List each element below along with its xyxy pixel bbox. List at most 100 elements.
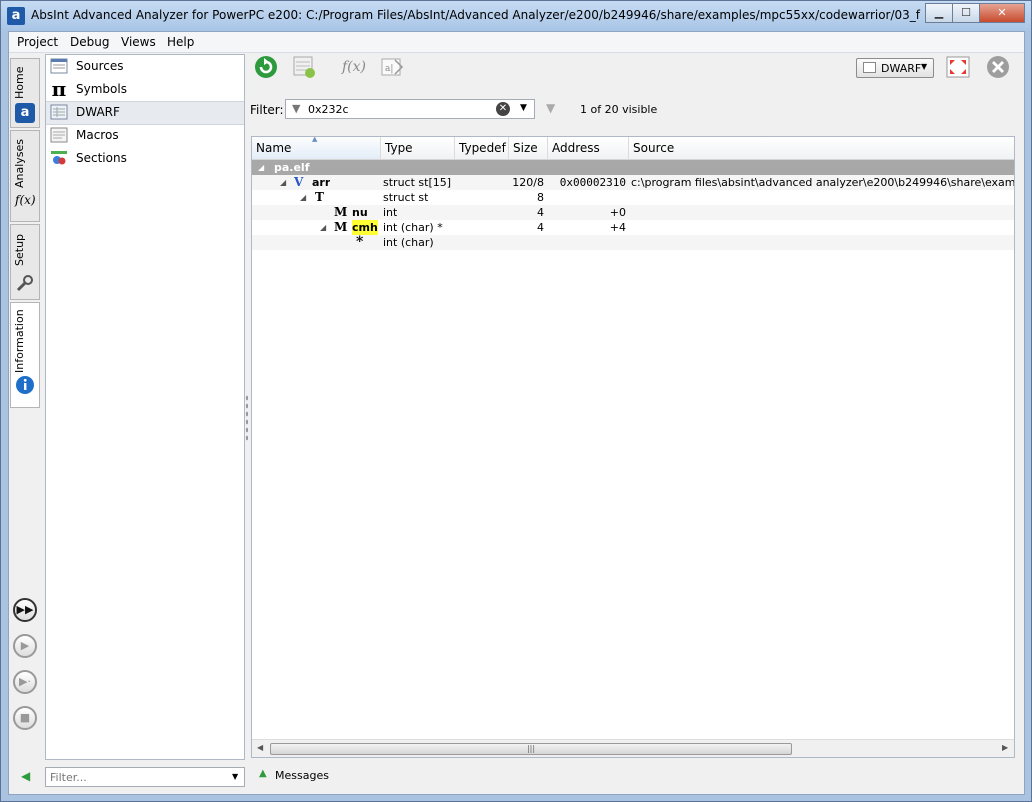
pi-icon: π bbox=[51, 77, 67, 101]
panel-splitter[interactable] bbox=[245, 394, 249, 442]
scroll-thumb[interactable]: ||| bbox=[270, 743, 792, 755]
filter-combobox[interactable]: ▼ ✕ ▼ bbox=[285, 99, 535, 119]
messages-toggle[interactable]: Messages bbox=[275, 769, 329, 782]
menu-help[interactable]: Help bbox=[167, 35, 194, 49]
stop-icon[interactable]: ■ bbox=[13, 706, 37, 730]
export-icon[interactable] bbox=[291, 54, 317, 80]
expand-arrow-icon[interactable]: ◢ bbox=[320, 220, 326, 235]
nav-item-sections[interactable]: Sections bbox=[46, 148, 244, 170]
nav-item-label: Sections bbox=[76, 151, 127, 165]
view-selector-button[interactable]: DWARF ▼ bbox=[856, 58, 934, 78]
menu-bar: Project Debug Views Help bbox=[9, 32, 1024, 53]
sort-ascending-icon: ▲ bbox=[312, 136, 318, 143]
refresh-icon[interactable] bbox=[253, 54, 279, 80]
row-name: nu bbox=[352, 206, 368, 219]
pointer-kind-icon: * bbox=[356, 234, 364, 250]
minimize-button[interactable]: ▁ bbox=[925, 3, 953, 23]
fx-icon: f(x) bbox=[15, 193, 36, 207]
type-kind-icon: T bbox=[315, 190, 324, 204]
app-logo-icon: a bbox=[7, 7, 25, 25]
fast-forward-icon[interactable]: ▶▶ bbox=[13, 598, 37, 622]
bottom-bar: ◀ ▼ ▲ Messages bbox=[9, 762, 1024, 792]
collapse-left-icon[interactable]: ◀ bbox=[21, 769, 30, 783]
wrench-icon bbox=[15, 273, 35, 293]
expand-arrow-icon[interactable]: ◢ bbox=[258, 160, 264, 175]
menu-debug[interactable]: Debug bbox=[70, 35, 109, 49]
column-header-size[interactable]: Size bbox=[509, 137, 548, 159]
column-header-name[interactable]: Name ▲ bbox=[252, 137, 381, 159]
row-size: 4 bbox=[537, 221, 544, 234]
tab-setup[interactable]: Setup bbox=[10, 224, 40, 300]
tab-home[interactable]: Home a bbox=[10, 58, 40, 128]
play-icon[interactable]: ▶ bbox=[13, 634, 37, 658]
home-icon: a bbox=[15, 103, 35, 123]
fullscreen-icon[interactable] bbox=[945, 54, 971, 80]
close-window-button[interactable]: ✕ bbox=[979, 3, 1025, 23]
row-type: struct st bbox=[383, 191, 429, 204]
nav-item-label: Sources bbox=[76, 59, 124, 73]
dwarf-icon bbox=[50, 104, 68, 120]
nav-filter-input[interactable] bbox=[50, 770, 220, 784]
nav-item-sources[interactable]: Sources bbox=[46, 56, 244, 78]
scroll-left-icon[interactable]: ◀ bbox=[257, 743, 263, 752]
row-name: pa.elf bbox=[274, 161, 310, 174]
horizontal-scrollbar[interactable]: ◀ ||| ▶ bbox=[252, 739, 1014, 757]
chevron-down-icon[interactable]: ▼ bbox=[520, 103, 527, 113]
row-size: 120/8 bbox=[512, 176, 544, 189]
table-row[interactable]: ◢ M cmh int (char) * 4 +4 bbox=[252, 220, 1014, 235]
fx-button[interactable]: f(x) bbox=[341, 54, 367, 80]
sections-icon bbox=[50, 150, 68, 166]
expand-arrow-icon[interactable]: ◢ bbox=[280, 175, 286, 190]
table-row[interactable]: ◢ T struct st 8 bbox=[252, 190, 1014, 205]
table-row-group[interactable]: ◢ pa.elf bbox=[252, 160, 1014, 175]
rename-icon[interactable]: a| bbox=[379, 54, 405, 80]
svg-text:a|: a| bbox=[385, 64, 393, 74]
row-address bbox=[554, 190, 626, 205]
column-header-label: Address bbox=[552, 141, 600, 155]
nav-filter-combobox[interactable]: ▼ bbox=[45, 767, 245, 787]
nav-item-label: Macros bbox=[76, 128, 119, 142]
filter-input[interactable] bbox=[308, 102, 488, 116]
step-icon[interactable]: ▶· bbox=[13, 670, 37, 694]
member-kind-icon: M bbox=[334, 205, 348, 219]
menu-project[interactable]: Project bbox=[17, 35, 58, 49]
tab-information[interactable]: Information bbox=[10, 302, 40, 408]
row-source[interactable]: c:\program files\absint\advanced analyze… bbox=[631, 175, 1014, 190]
row-type: int (char) * bbox=[383, 221, 443, 234]
column-header-label: Source bbox=[633, 141, 675, 155]
nav-item-dwarf[interactable]: DWARF bbox=[46, 101, 244, 125]
scroll-right-icon[interactable]: ▶ bbox=[1002, 743, 1008, 752]
view-selector-label: DWARF bbox=[881, 62, 922, 75]
table-row[interactable]: M nu int 4 +0 bbox=[252, 205, 1014, 220]
table-row[interactable]: * int (char) bbox=[252, 235, 1014, 250]
column-header-typedef[interactable]: Typedef bbox=[455, 137, 509, 159]
row-type: struct st[15] bbox=[383, 176, 452, 189]
row-address: +4 bbox=[609, 221, 626, 234]
nav-item-symbols[interactable]: π Symbols bbox=[46, 79, 244, 101]
chevron-down-icon[interactable]: ▼ bbox=[232, 772, 238, 781]
expand-up-icon[interactable]: ▲ bbox=[259, 768, 267, 779]
chevron-down-icon: ▼ bbox=[921, 62, 928, 71]
information-nav-panel: Sources π Symbols DWARF Macros Sections bbox=[45, 54, 245, 760]
menu-views[interactable]: Views bbox=[121, 35, 156, 49]
nav-item-macros[interactable]: Macros bbox=[46, 125, 244, 147]
visible-count: 1 of 20 visible bbox=[580, 103, 658, 116]
row-name-highlighted: cmh bbox=[352, 220, 378, 235]
column-header-label: Typedef bbox=[459, 141, 506, 155]
tab-analyses[interactable]: Analyses f(x) bbox=[10, 130, 40, 222]
tab-analyses-label: Analyses bbox=[13, 138, 26, 188]
clear-filter-icon[interactable]: ✕ bbox=[496, 102, 510, 116]
table-row[interactable]: ◢ V arr struct st[15] 120/8 0x00002310 c… bbox=[252, 175, 1014, 190]
column-header-address[interactable]: Address bbox=[548, 137, 629, 159]
tab-home-label: Home bbox=[13, 66, 26, 100]
column-header-label: Name bbox=[256, 141, 292, 155]
filter-funnel-icon[interactable]: ▼ bbox=[546, 101, 555, 115]
expand-arrow-icon[interactable]: ◢ bbox=[300, 190, 306, 205]
nav-item-label: DWARF bbox=[76, 105, 120, 119]
column-header-type[interactable]: Type bbox=[381, 137, 455, 159]
column-header-source[interactable]: Source bbox=[629, 137, 1014, 159]
title-bar[interactable]: a AbsInt Advanced Analyzer for PowerPC e… bbox=[1, 1, 1031, 31]
close-view-icon[interactable] bbox=[985, 54, 1011, 80]
maximize-button[interactable]: ☐ bbox=[952, 3, 980, 23]
perspective-tabs: Home a Analyses f(x) Setup Information ▶… bbox=[9, 53, 41, 730]
